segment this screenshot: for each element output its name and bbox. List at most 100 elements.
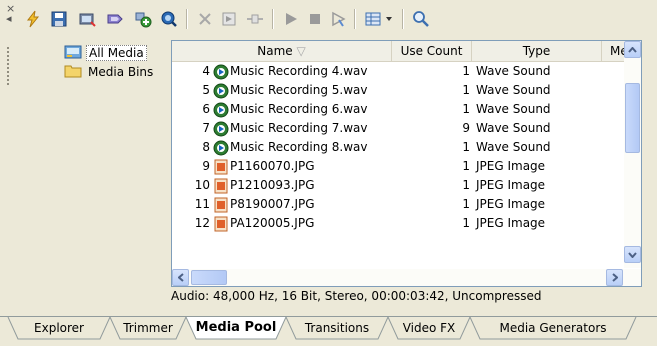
table-row[interactable]: 11 P8190007.JPG 1 JPEG Image [172,195,624,214]
vertical-scrollbar[interactable] [624,41,641,268]
add-media-icon[interactable] [132,8,154,30]
file-name: Music Recording 8.wav [230,140,368,154]
audio-file-icon [213,102,229,118]
table-row[interactable]: 8 Music Recording 8.wav 1 Wave Sound [172,138,624,157]
use-count: 1 [462,178,470,192]
media-list: Name ▽ Use Count Type Me 4 Music Recordin… [171,40,642,287]
image-file-icon [213,216,229,232]
tab-transitions[interactable]: Transitions [294,317,380,339]
audio-file-icon [213,83,229,99]
search-icon[interactable] [410,8,432,30]
all-media-icon [64,44,82,63]
audio-file-icon [213,121,229,137]
views-icon[interactable] [362,8,384,30]
toolbar-separator [272,9,274,29]
list-header: Name ▽ Use Count Type Me [172,41,641,62]
row-number: 12 [194,216,210,230]
file-name: PA120005.JPG [230,216,315,230]
tree-item-all-media[interactable]: All Media [64,44,147,62]
image-file-icon [213,178,229,194]
window-tabs: Explorer Trimmer Media Pool Transitions … [0,316,657,346]
auto-preview-icon[interactable] [328,8,350,30]
tab-media-generators[interactable]: Media Generators [478,317,628,339]
column-header-media[interactable]: Me [602,41,624,61]
views-dropdown-icon[interactable] [382,8,396,30]
table-row[interactable]: 9 P1160070.JPG 1 JPEG Image [172,157,624,176]
row-number: 5 [202,83,210,97]
file-type: JPEG Image [476,159,546,173]
properties-icon[interactable] [218,8,240,30]
audio-file-icon [213,64,229,80]
use-count: 9 [462,121,470,135]
scroll-thumb[interactable] [625,83,640,153]
table-row[interactable]: 6 Music Recording 6.wav 1 Wave Sound [172,100,624,119]
row-number: 10 [194,178,210,192]
status-bar-text: Audio: 48,000 Hz, 16 Bit, Stereo, 00:00:… [171,289,542,303]
use-count: 1 [462,140,470,154]
panel-grip[interactable] [6,46,10,86]
row-number: 9 [202,159,210,173]
use-count: 1 [462,83,470,97]
file-type: Wave Sound [476,64,551,78]
table-row[interactable]: 10 P1210093.JPG 1 JPEG Image [172,176,624,195]
scroll-right-button[interactable] [606,269,623,286]
use-count: 1 [462,64,470,78]
image-file-icon [213,197,229,213]
tab-media-pool[interactable]: Media Pool [194,317,278,339]
file-name: Music Recording 7.wav [230,121,368,135]
media-bin-tree: All Media Media Bins [18,42,166,282]
use-count: 1 [462,102,470,116]
toolbar: × ◂ [0,0,657,36]
media-fx-icon[interactable] [158,8,180,30]
table-row[interactable]: 12 PA120005.JPG 1 JPEG Image [172,214,624,233]
file-name: P1160070.JPG [230,159,315,173]
table-row[interactable]: 7 Music Recording 7.wav 9 Wave Sound [172,119,624,138]
column-header-name[interactable]: Name ▽ [172,41,392,61]
horizontal-scrollbar[interactable] [172,269,641,286]
file-name: Music Recording 5.wav [230,83,368,97]
capture-icon[interactable] [76,8,98,30]
play-icon[interactable] [280,8,302,30]
column-header-type[interactable]: Type [472,41,602,61]
tab-explorer[interactable]: Explorer [18,317,100,339]
file-type: JPEG Image [476,197,546,211]
column-header-use-count[interactable]: Use Count [392,41,472,61]
toolbar-separator [354,9,356,29]
get-media-icon[interactable] [104,8,126,30]
table-row[interactable]: 4 Music Recording 4.wav 1 Wave Sound [172,62,624,81]
scroll-down-button[interactable] [624,246,641,263]
file-name: P8190007.JPG [230,197,315,211]
hscroll-thumb[interactable] [191,270,227,285]
scroll-left-button[interactable] [172,269,189,286]
table-row[interactable]: 5 Music Recording 5.wav 1 Wave Sound [172,81,624,100]
split-icon[interactable] [244,8,266,30]
toolbar-separator [402,9,404,29]
tab-trimmer[interactable]: Trimmer [118,317,178,339]
sort-desc-icon: ▽ [296,44,306,58]
file-name: P1210093.JPG [230,178,315,192]
window-close-icon[interactable]: × ◂ [6,3,15,24]
tab-video-fx[interactable]: Video FX [396,317,462,339]
file-type: Wave Sound [476,140,551,154]
image-file-icon [213,159,229,175]
file-type: JPEG Image [476,216,546,230]
tree-item-media-bins[interactable]: Media Bins [64,63,155,81]
row-number: 4 [202,64,210,78]
stop-icon[interactable] [304,8,326,30]
use-count: 1 [462,216,470,230]
file-type: Wave Sound [476,102,551,116]
use-count: 1 [462,159,470,173]
toolbar-separator [186,9,188,29]
use-count: 1 [462,197,470,211]
file-type: JPEG Image [476,178,546,192]
scroll-up-button[interactable] [624,41,641,58]
file-type: Wave Sound [476,121,551,135]
file-name: Music Recording 4.wav [230,64,368,78]
row-number: 6 [202,102,210,116]
row-number: 11 [194,197,210,211]
audio-file-icon [213,140,229,156]
row-number: 8 [202,140,210,154]
save-icon[interactable] [48,8,70,30]
lightning-icon[interactable] [22,8,44,30]
remove-icon[interactable] [194,8,216,30]
